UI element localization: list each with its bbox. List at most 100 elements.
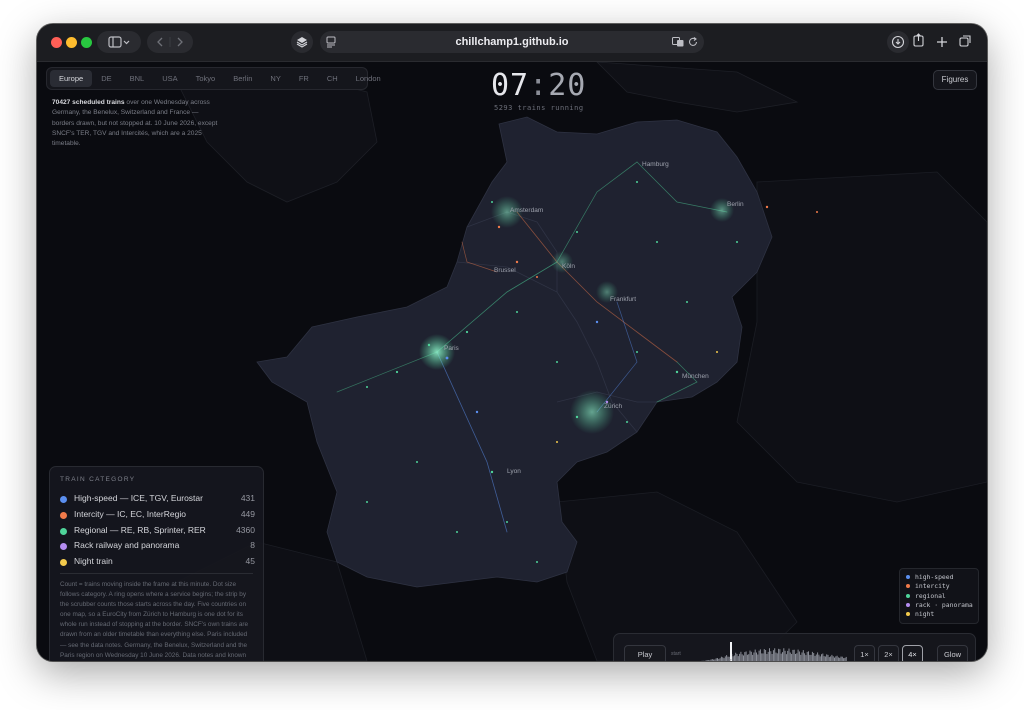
category-dot: [60, 496, 67, 503]
category-dot: [60, 511, 67, 519]
histogram-bar: [804, 653, 806, 661]
histogram-bar: [737, 656, 739, 661]
histogram-bar: [793, 649, 795, 661]
histogram-bar: [783, 648, 785, 661]
histogram-bar: [741, 654, 743, 661]
legend-dot: [906, 584, 910, 589]
region-tabs: Europe DE BNL USA Tokyo Berlin NY FR CH London: [46, 67, 381, 90]
sidebar-toggle-button[interactable]: [97, 31, 141, 53]
region-tab-berlin[interactable]: Berlin: [224, 70, 261, 87]
category-note: Count = trains moving inside the frame a…: [60, 581, 249, 659]
browser-window: chillchamp1.github.io Hamburg Amsterdam …: [37, 24, 987, 661]
histogram-bar: [826, 654, 828, 661]
histogram-bar: [743, 655, 744, 661]
extensions-button[interactable]: [291, 31, 313, 53]
category-row[interactable]: Rack railway and panorama 8: [60, 540, 255, 554]
city-zurich: Zürich: [604, 403, 622, 410]
back-icon: [157, 37, 163, 47]
play-button[interactable]: Play: [624, 645, 666, 661]
histogram-bar: [795, 653, 796, 661]
download-icon: [887, 31, 909, 53]
clock-hour: 07: [491, 68, 530, 103]
city-hamburg: Hamburg: [642, 161, 669, 168]
category-row[interactable]: Regional — RE, RB, Sprinter, RER 4360: [60, 525, 255, 539]
category-label: Intercity — IC, EC, InterRegio: [74, 508, 186, 519]
glow-button[interactable]: Glow: [937, 645, 968, 661]
city-berlin: Berlin: [727, 201, 744, 208]
histogram-bar: [844, 657, 846, 661]
histogram-bar: [798, 651, 800, 661]
region-tab-fr[interactable]: FR: [290, 70, 318, 87]
category-panel: TRAIN CATEGORY High-speed — ICE, TGV, Eu…: [49, 466, 264, 661]
category-label: Regional — RE, RB, Sprinter, RER: [74, 524, 206, 535]
histogram-bar: [732, 656, 734, 661]
histogram-bar: [818, 654, 820, 661]
reload-icon[interactable]: [688, 37, 698, 47]
region-tab-ny[interactable]: NY: [261, 70, 289, 87]
toolbar-right: [887, 31, 977, 53]
zurich-hub-glow: [570, 390, 614, 434]
legend-dot: [906, 602, 910, 607]
forward-icon: [177, 37, 183, 47]
histogram-bar: [822, 653, 824, 661]
city-paris: Paris: [444, 345, 460, 352]
histogram-bar: [831, 654, 833, 661]
category-dot: [60, 559, 67, 567]
histogram-bar: [726, 655, 728, 661]
histogram-bar: [762, 653, 764, 661]
histogram-bar: [823, 656, 825, 661]
speed-4x-button[interactable]: 4×: [902, 645, 923, 661]
figures-button[interactable]: Figures: [933, 70, 977, 90]
histogram-bar: [714, 659, 716, 661]
histogram-bar: [740, 651, 742, 661]
histogram-bar: [797, 649, 799, 661]
city-amsterdam: Amsterdam: [510, 207, 543, 214]
legend-label: high-speed: [915, 573, 954, 581]
browser-toolbar: chillchamp1.github.io: [37, 24, 987, 62]
translate-icon[interactable]: [672, 37, 684, 47]
city-frankfurt: Frankfurt: [610, 296, 636, 303]
region-tab-usa[interactable]: USA: [153, 70, 186, 87]
category-row[interactable]: High-speed — ICE, TGV, Eurostar 431: [60, 493, 255, 507]
histogram-bar: [761, 653, 763, 661]
speed-2x-button[interactable]: 2×: [878, 645, 899, 661]
map-legend: high-speed intercity regional rack · panora…: [899, 568, 979, 624]
region-tab-london[interactable]: London: [347, 70, 390, 87]
share-icon: [913, 33, 924, 47]
histogram-bar: [736, 653, 738, 661]
eastern-europe-outline: [736, 171, 987, 503]
histogram-bar: [841, 656, 843, 661]
sidebar-icon: [108, 36, 130, 48]
legend-label: regional: [915, 591, 946, 600]
region-tab-de[interactable]: DE: [92, 70, 120, 87]
city-lyon: Lyon: [507, 468, 521, 475]
histogram-bar: [836, 655, 838, 661]
playback-bar: Play start 6 12 18 1× 2× 4× Glow: [613, 633, 976, 661]
histogram-bar: [724, 656, 726, 661]
histogram-bar: [788, 648, 790, 661]
histogram-bar: [765, 649, 767, 661]
legend-label: night: [915, 610, 935, 619]
minimize-window-button[interactable]: [66, 37, 77, 48]
region-tab-bnl[interactable]: BNL: [121, 70, 154, 87]
region-tab-tokyo[interactable]: Tokyo: [187, 70, 225, 87]
category-row[interactable]: Intercity — IC, EC, InterRegio 449: [60, 509, 255, 523]
address-bar[interactable]: chillchamp1.github.io: [320, 31, 704, 53]
region-tab-ch[interactable]: CH: [318, 70, 347, 87]
category-count: 431: [240, 493, 255, 503]
histogram-bar: [707, 660, 709, 661]
histogram-bar: [719, 658, 721, 661]
close-window-button[interactable]: [51, 37, 62, 48]
histogram-bar: [723, 658, 725, 661]
histogram-bar: [811, 651, 813, 661]
speed-1x-button[interactable]: 1×: [854, 645, 875, 661]
category-title: TRAIN CATEGORY: [60, 476, 136, 483]
chevron-down-icon: [123, 40, 130, 45]
histogram-bar: [785, 654, 787, 661]
intro-body: over one Wednesday across Germany, the B…: [52, 99, 218, 148]
histogram-bar: [780, 653, 782, 661]
region-tab-europe[interactable]: Europe: [50, 70, 93, 87]
zoom-window-button[interactable]: [81, 37, 92, 48]
histogram-bar: [759, 649, 761, 661]
category-row[interactable]: Night train 45: [60, 556, 255, 570]
